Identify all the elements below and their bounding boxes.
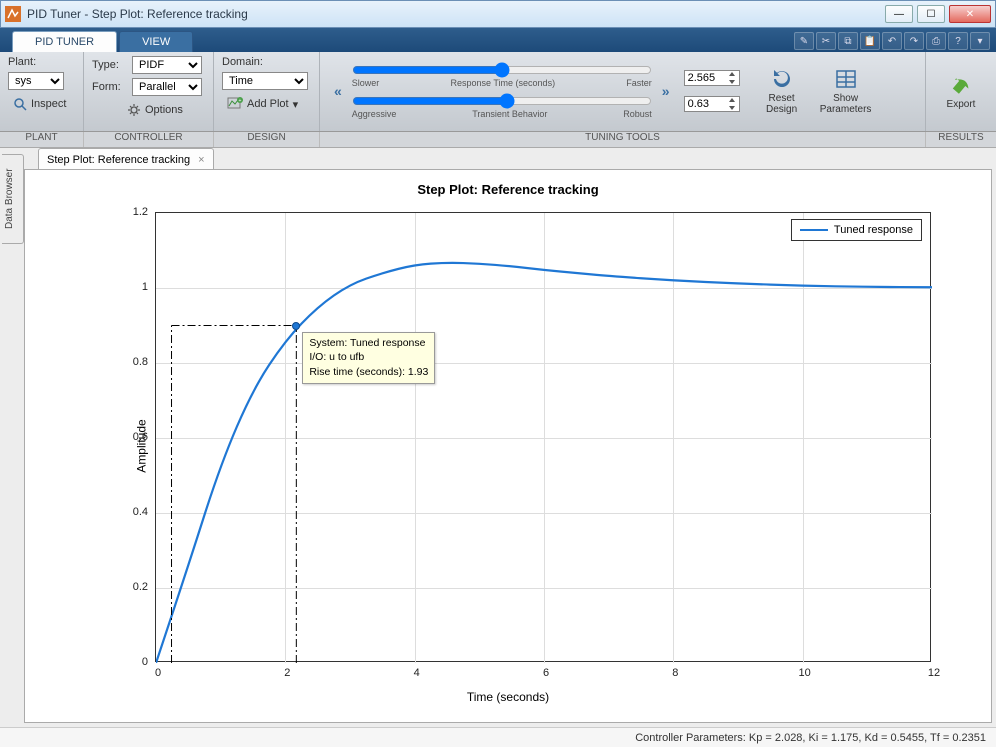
quick-undo-icon[interactable]: ↶ [882, 32, 902, 50]
plant-select[interactable]: sys [8, 72, 64, 90]
plant-label: Plant: [8, 56, 44, 68]
dropdown-arrow-icon: ▾ [293, 98, 299, 111]
export-button[interactable]: Export [931, 62, 991, 122]
quick-min-ribbon-icon[interactable]: ▾ [970, 32, 990, 50]
reset-design-button[interactable]: Reset Design [752, 61, 812, 121]
magnifier-icon [13, 97, 27, 111]
quick-new-icon[interactable]: ✎ [794, 32, 814, 50]
add-plot-button[interactable]: + Add Plot ▾ [222, 94, 311, 114]
section-label-bar: PLANT CONTROLLER DESIGN TUNING TOOLS RES… [0, 132, 996, 148]
close-tab-icon[interactable]: × [198, 154, 204, 166]
form-label: Form: [92, 81, 128, 93]
document-tab-label: Step Plot: Reference tracking [47, 154, 190, 166]
domain-label: Domain: [222, 56, 263, 68]
legend[interactable]: Tuned response [791, 219, 922, 241]
response-time-slider[interactable] [352, 63, 652, 77]
plot-axes[interactable]: 02468101200.20.40.60.811.2System: Tuned … [155, 212, 931, 662]
plot-document: Step Plot: Reference tracking Amplitude … [24, 169, 992, 723]
type-select[interactable]: PIDF [132, 56, 202, 74]
status-bar: Controller Parameters: Kp = 2.028, Ki = … [0, 727, 996, 747]
response-time-input[interactable] [684, 70, 740, 86]
plot-icon: + [227, 97, 243, 111]
export-icon [949, 73, 973, 97]
data-browser-tab[interactable]: Data Browser [2, 154, 24, 244]
type-label: Type: [92, 59, 128, 71]
show-parameters-button[interactable]: Show Parameters [816, 61, 876, 121]
quick-copy-icon[interactable]: ⧉ [838, 32, 858, 50]
toolstrip: Plant: sys Inspect Type: PIDF Form: Parall… [0, 52, 996, 132]
data-tooltip: System: Tuned responseI/O: u to ufbRise … [302, 332, 435, 384]
form-select[interactable]: Parallel [132, 78, 202, 96]
table-icon [834, 67, 858, 91]
inspect-button[interactable]: Inspect [8, 94, 75, 114]
quick-print-icon[interactable]: ⎙ [926, 32, 946, 50]
gear-icon [127, 103, 141, 117]
tab-view[interactable]: VIEW [119, 31, 193, 52]
document-tab[interactable]: Step Plot: Reference tracking × [38, 148, 214, 170]
faster-arrow-button[interactable]: » [656, 83, 676, 99]
document-area: Data Browser Step Plot: Reference tracki… [0, 148, 996, 727]
reset-icon [770, 67, 794, 91]
x-axis-label: Time (seconds) [467, 690, 549, 704]
transient-behavior-input[interactable] [684, 96, 740, 112]
transient-behavior-slider[interactable] [352, 94, 652, 108]
window-title: PID Tuner - Step Plot: Reference trackin… [27, 7, 885, 21]
maximize-button[interactable]: ☐ [917, 5, 945, 23]
quick-cut-icon[interactable]: ✂ [816, 32, 836, 50]
quick-redo-icon[interactable]: ↷ [904, 32, 924, 50]
data-marker[interactable] [292, 322, 300, 330]
svg-text:+: + [239, 98, 242, 104]
chart-title: Step Plot: Reference tracking [25, 182, 991, 197]
window-titlebar: PID Tuner - Step Plot: Reference trackin… [0, 0, 996, 28]
quick-paste-icon[interactable]: 📋 [860, 32, 880, 50]
minimize-button[interactable]: — [885, 5, 913, 23]
domain-select[interactable]: Time [222, 72, 308, 90]
slower-arrow-button[interactable]: « [328, 83, 348, 99]
controller-parameters-text: Controller Parameters: Kp = 2.028, Ki = … [635, 732, 986, 744]
app-logo-icon [5, 6, 21, 22]
close-button[interactable]: ✕ [949, 5, 991, 23]
y-axis-label: Amplitude [135, 419, 149, 472]
quick-help-icon[interactable]: ? [948, 32, 968, 50]
ribbon-tabstrip: PID TUNER VIEW ✎ ✂ ⧉ 📋 ↶ ↷ ⎙ ? ▾ [0, 28, 996, 52]
options-button[interactable]: Options [122, 100, 205, 120]
tab-pid-tuner[interactable]: PID TUNER [12, 31, 117, 52]
